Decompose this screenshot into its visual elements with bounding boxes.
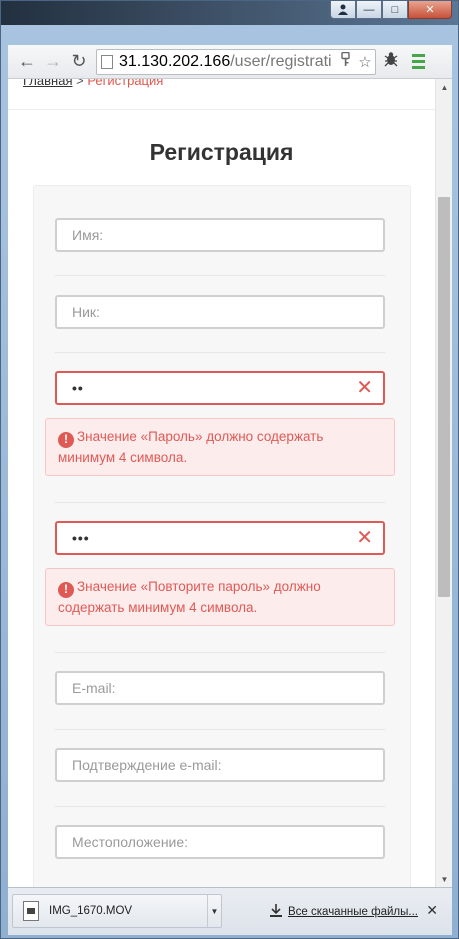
download-file-name: IMG_1670.MOV [49, 905, 133, 917]
url-host: 31.130.202.166 [119, 52, 231, 70]
repeat-password-value: ••• [72, 530, 90, 546]
key-icon[interactable] [335, 51, 355, 71]
scroll-up-arrow[interactable]: ▲ [436, 79, 452, 95]
file-icon [23, 901, 39, 921]
clear-icon[interactable]: ✕ [356, 378, 373, 398]
page-icon [101, 54, 113, 69]
forward-button[interactable]: → [40, 49, 66, 75]
browser-window: — □ ✕ ← → ↻ 31.130.202.166/user/registra… [0, 0, 459, 939]
download-item[interactable]: IMG_1670.MOV ▼ [12, 894, 222, 928]
repeat-password-error-text: Значение «Повторите пароль» должно содер… [58, 579, 321, 615]
password-error-text: Значение «Пароль» должно содержать миним… [58, 429, 324, 465]
repeat-password-field[interactable]: ••• ✕ [55, 521, 385, 555]
minimize-button[interactable]: — [356, 1, 382, 19]
tab-strip [8, 25, 452, 45]
page-viewport: Главная > Регистрация Регистрация Имя: Н… [8, 79, 452, 887]
location-placeholder: Местоположение: [72, 834, 189, 850]
breadcrumb-current: Регистрация [87, 79, 164, 88]
url-path: /user/registrati [230, 52, 332, 70]
password-value: •• [72, 380, 84, 396]
divider [55, 806, 385, 807]
back-button[interactable]: ← [14, 49, 40, 75]
download-icon [270, 904, 282, 920]
divider [55, 352, 385, 353]
user-icon[interactable] [330, 1, 356, 19]
browser-toolbar: ← → ↻ 31.130.202.166/user/registrati ☆ [8, 45, 452, 79]
vertical-scrollbar[interactable]: ▲ ▼ [435, 79, 452, 887]
url-text[interactable]: 31.130.202.166/user/registrati [119, 53, 335, 71]
nick-field[interactable]: Ник: [55, 295, 385, 329]
divider [55, 729, 385, 730]
bug-extension-icon[interactable] [376, 50, 406, 73]
location-field[interactable]: Местоположение: [55, 825, 385, 859]
scroll-thumb[interactable] [438, 197, 450, 597]
download-shelf: IMG_1670.MOV ▼ Все скачанные файлы... ✕ [8, 887, 452, 935]
email-confirm-field[interactable]: Подтверждение e-mail: [55, 748, 385, 782]
breadcrumb: Главная > Регистрация [23, 79, 163, 88]
nick-placeholder: Ник: [72, 304, 100, 320]
close-window-button[interactable]: ✕ [408, 1, 452, 19]
menu-icon[interactable] [406, 54, 430, 69]
password-field[interactable]: •• ✕ [55, 371, 385, 405]
email-placeholder: E-mail: [72, 680, 116, 696]
clear-icon[interactable]: ✕ [356, 528, 373, 548]
window-controls: — □ ✕ [330, 1, 452, 19]
breadcrumb-separator: > [72, 79, 88, 88]
divider [55, 652, 385, 653]
password-error-message: ! Значение «Пароль» должно содержать мини… [45, 418, 395, 476]
maximize-button[interactable]: □ [382, 1, 408, 19]
window-titlebar: — □ ✕ [1, 1, 458, 25]
scroll-down-arrow[interactable]: ▼ [436, 871, 452, 887]
breadcrumb-home-link[interactable]: Главная [23, 79, 72, 88]
chevron-down-icon[interactable]: ▼ [207, 895, 221, 927]
registration-form: Имя: Ник: •• ✕ ! Значение «Пароль» должно… [33, 185, 411, 887]
all-downloads-label: Все скачанные файлы... [288, 906, 418, 918]
error-icon: ! [58, 581, 74, 598]
name-placeholder: Имя: [72, 227, 104, 243]
all-downloads-link[interactable]: Все скачанные файлы... [270, 904, 418, 920]
email-field[interactable]: E-mail: [55, 671, 385, 705]
divider [55, 502, 385, 503]
close-icon[interactable]: ✕ [426, 902, 438, 919]
page-title: Регистрация [149, 139, 294, 165]
repeat-password-error-message: ! Значение «Повторите пароль» должно соде… [45, 568, 395, 626]
divider [8, 109, 435, 110]
email-confirm-placeholder: Подтверждение e-mail: [72, 757, 222, 773]
reload-button[interactable]: ↻ [66, 49, 92, 75]
name-field[interactable]: Имя: [55, 218, 385, 252]
bookmark-star-icon[interactable]: ☆ [355, 53, 375, 71]
address-bar[interactable]: 31.130.202.166/user/registrati ☆ [96, 48, 376, 75]
error-icon: ! [58, 431, 74, 448]
divider [55, 275, 385, 276]
